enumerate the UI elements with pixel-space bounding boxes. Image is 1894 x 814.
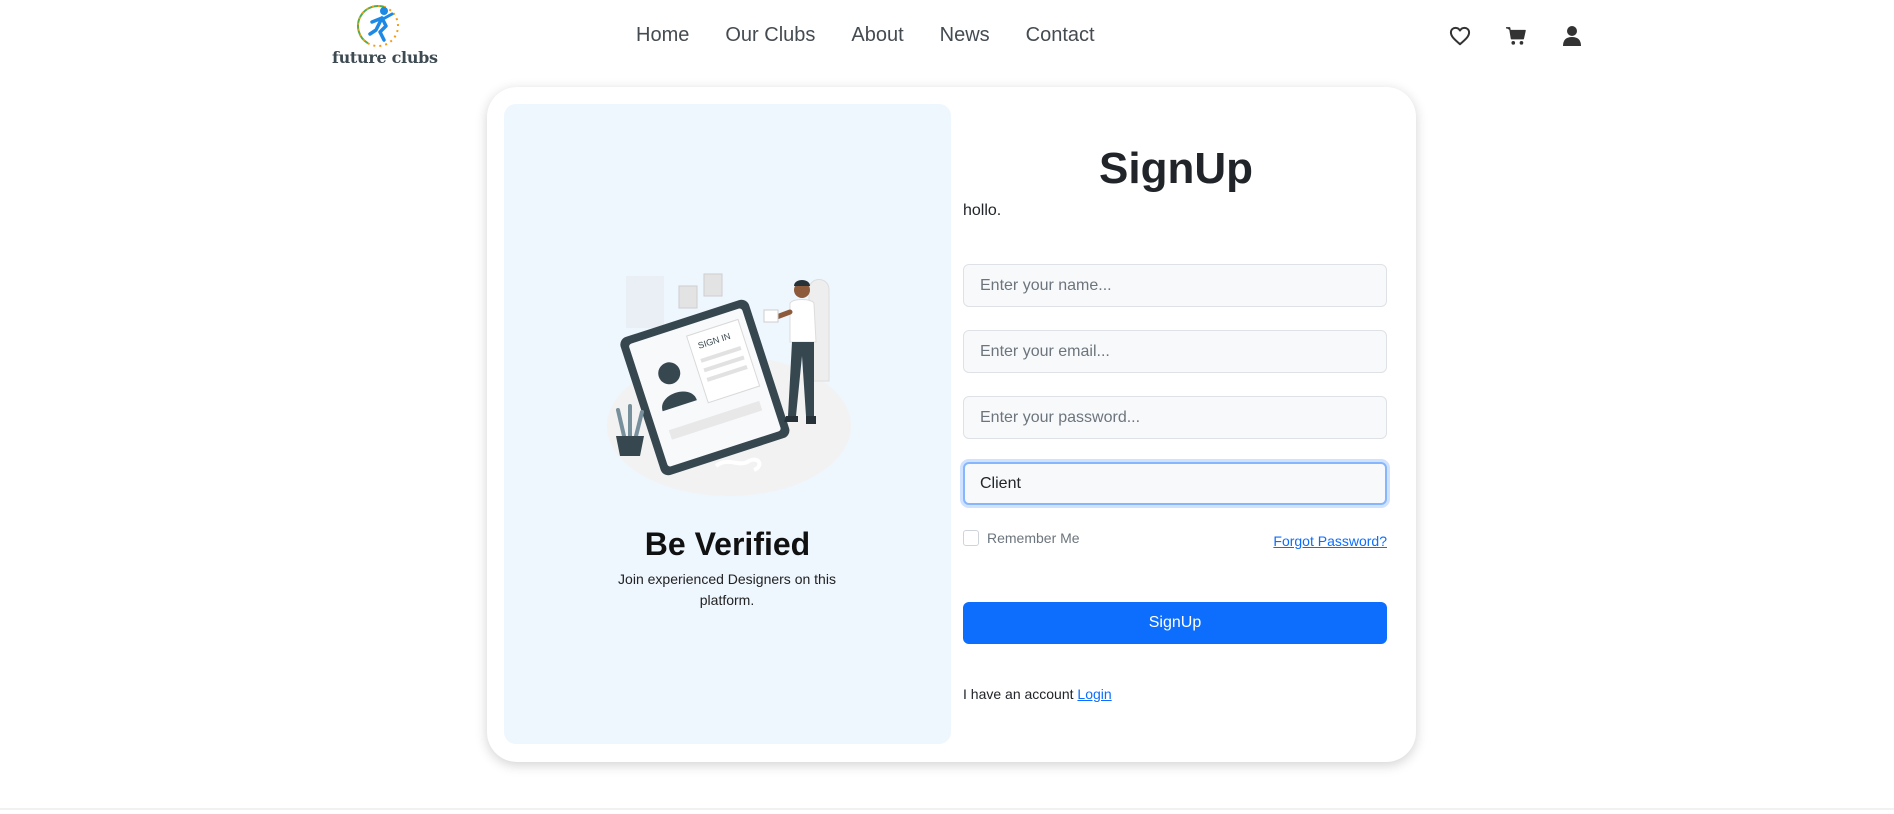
forgot-password-link[interactable]: Forgot Password? — [1273, 533, 1387, 549]
panel-title: Be Verified — [644, 526, 811, 562]
heart-icon[interactable] — [1448, 24, 1472, 48]
password-input[interactable] — [963, 396, 1387, 439]
login-link[interactable]: Login — [1077, 686, 1111, 702]
signup-form: SignUp hollo. Client Remember Me Forgot … — [963, 104, 1389, 744]
form-title: SignUp — [1099, 144, 1253, 193]
nav-contact[interactable]: Contact — [1026, 24, 1095, 47]
site-header: future clubs Home Our Clubs About News C… — [0, 0, 1894, 76]
cart-icon[interactable] — [1504, 24, 1528, 48]
nav-about[interactable]: About — [851, 24, 903, 47]
nav-home[interactable]: Home — [636, 24, 689, 47]
main-nav: Home Our Clubs About News Contact — [636, 24, 1095, 47]
info-panel: SIGN IN Be Verified Join experienced Des… — [504, 104, 951, 744]
account-prompt: I have an account Login — [963, 686, 1112, 702]
signin-illustration: SIGN IN — [607, 273, 851, 496]
brand-name: future clubs — [332, 48, 438, 67]
email-input[interactable] — [963, 330, 1387, 373]
role-select-value: Client — [980, 474, 1021, 492]
remember-me-label: Remember Me — [987, 530, 1080, 546]
remember-me-checkbox[interactable] — [963, 530, 979, 546]
brand-logo[interactable]: future clubs — [330, 0, 438, 72]
nav-news[interactable]: News — [940, 24, 990, 47]
form-subtitle: hollo. — [963, 202, 1002, 219]
user-icon[interactable] — [1560, 24, 1584, 48]
signup-card: SIGN IN Be Verified Join experienced Des… — [487, 87, 1416, 762]
account-text: I have an account — [963, 686, 1074, 702]
panel-subtitle: Join experienced Designers on this platf… — [618, 571, 836, 608]
signup-button[interactable]: SignUp — [963, 602, 1387, 644]
nav-our-clubs[interactable]: Our Clubs — [725, 24, 815, 47]
logo-mark-icon — [357, 5, 399, 47]
header-actions — [1448, 24, 1584, 48]
name-input[interactable] — [963, 264, 1387, 307]
role-select[interactable]: Client — [963, 462, 1387, 505]
footer-divider — [0, 808, 1894, 810]
remember-me[interactable]: Remember Me — [963, 530, 1080, 546]
